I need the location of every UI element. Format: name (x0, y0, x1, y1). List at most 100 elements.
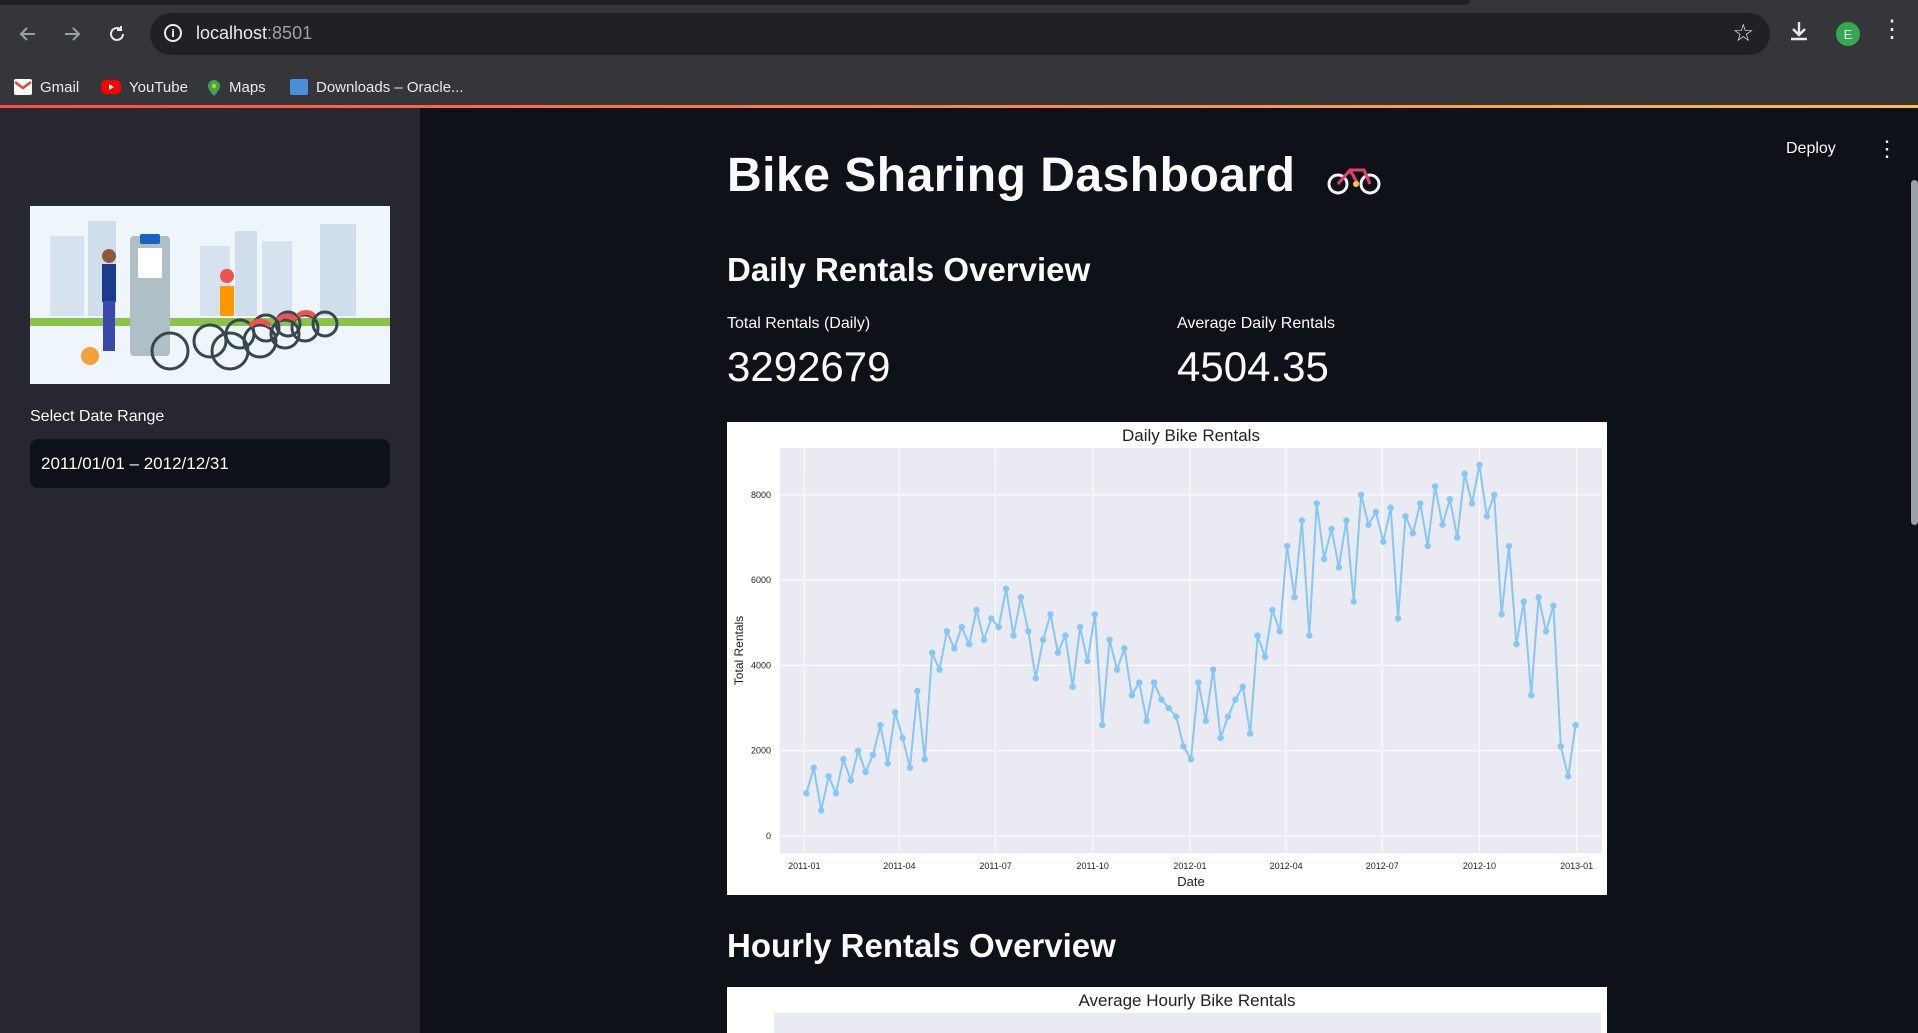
x-tick-label: 2011-01 (788, 861, 820, 871)
bookmark-star-icon[interactable]: ☆ (1732, 19, 1754, 48)
gmail-icon (14, 79, 32, 95)
data-point (1039, 636, 1047, 644)
hourly-rentals-chart: Average Hourly Bike Rentals (727, 987, 1607, 1033)
data-point (1402, 513, 1409, 520)
data-point (1306, 632, 1313, 639)
data-point (862, 768, 869, 776)
bookmark-maps[interactable]: Maps (207, 76, 266, 98)
data-point (1187, 756, 1195, 763)
app-menu-icon[interactable]: ⋮ (1876, 136, 1898, 162)
forward-button[interactable] (56, 18, 88, 50)
data-point (1128, 692, 1136, 699)
data-point (1202, 717, 1209, 725)
oracle-downloads-icon (290, 79, 308, 95)
data-point (1209, 666, 1217, 673)
bicycle-icon (1327, 168, 1381, 195)
data-point (869, 751, 877, 759)
site-info-icon[interactable]: i (164, 24, 182, 42)
metric-total-label: Total Rentals (Daily) (727, 315, 871, 332)
page-title-text: Bike Sharing Dashboard (727, 149, 1296, 202)
data-point (1113, 666, 1121, 673)
data-point (1505, 542, 1513, 550)
data-point (803, 790, 810, 797)
deploy-button[interactable]: Deploy (1786, 140, 1836, 158)
download-icon[interactable] (1786, 18, 1812, 49)
date-range-input[interactable]: 2011/01/01 – 2012/12/31 (30, 439, 390, 488)
data-point (1165, 704, 1173, 712)
youtube-icon (101, 80, 121, 94)
url-port: :8501 (267, 23, 313, 43)
data-point (1062, 632, 1069, 639)
data-point (1002, 585, 1010, 592)
data-point (1372, 508, 1380, 516)
sidebar: Select Date Range 2011/01/01 – 2012/12/3… (0, 108, 420, 1033)
maps-icon (207, 79, 221, 96)
data-point (1276, 628, 1283, 635)
data-point (1454, 534, 1461, 541)
data-point (1291, 594, 1298, 601)
data-point (1431, 483, 1439, 490)
y-tick-label: 2000 (751, 746, 771, 756)
data-point (1047, 611, 1054, 618)
data-point (854, 747, 862, 754)
data-point (1032, 675, 1039, 682)
bookmarks-bar: Gmail YouTube Maps Downloads – Oracle... (0, 68, 1918, 106)
data-point (1217, 734, 1224, 742)
data-point (1195, 679, 1202, 686)
data-point (847, 777, 854, 784)
data-point (1572, 721, 1579, 729)
data-point (810, 764, 818, 771)
data-point (921, 756, 928, 763)
x-tick-label: 2012-04 (1270, 861, 1303, 871)
x-tick-label: 2012-01 (1173, 861, 1206, 871)
address-bar[interactable]: i localhost:8501 ☆ (150, 13, 1770, 55)
profile-avatar[interactable]: E (1836, 22, 1860, 46)
bike-sharing-illustration (30, 206, 390, 384)
data-point (995, 623, 1002, 631)
data-point (1535, 594, 1542, 601)
data-point (1417, 500, 1424, 507)
reload-button[interactable] (101, 18, 133, 50)
arrow-left-icon (19, 27, 35, 41)
y-axis-label: Total Rentals (732, 616, 746, 685)
bookmark-gmail[interactable]: Gmail (14, 76, 79, 98)
data-point (825, 773, 832, 780)
daily-rentals-svg: 0 2000 4000 6000 8000 2011-01 2011-04 2011-07 20… (732, 426, 1602, 889)
tab-strip (0, 0, 1470, 5)
data-point (1476, 461, 1483, 469)
y-tick-label: 6000 (751, 575, 771, 585)
x-tick-label: 2011-07 (979, 861, 1011, 871)
data-point (1136, 679, 1143, 686)
bookmark-oracle-downloads[interactable]: Downloads – Oracle... (290, 76, 464, 98)
data-point (1357, 491, 1365, 499)
data-point (1394, 615, 1402, 622)
url-text[interactable]: localhost:8501 (196, 23, 312, 44)
hourly-rentals-svg: Average Hourly Bike Rentals (774, 991, 1601, 1033)
bookmark-youtube[interactable]: YouTube (101, 76, 188, 98)
data-point (1387, 504, 1394, 511)
data-point (884, 760, 891, 767)
chart-title: Average Hourly Bike Rentals (1078, 991, 1295, 1010)
data-point (891, 709, 899, 716)
metric-total-value: 3292679 (727, 343, 891, 390)
plot-area (780, 448, 1602, 853)
data-point (1232, 696, 1239, 703)
scrollbar[interactable] (1911, 180, 1918, 525)
data-point (1017, 594, 1025, 601)
back-button[interactable] (12, 18, 44, 50)
data-point (1513, 640, 1520, 648)
data-point (1180, 743, 1187, 750)
data-point (899, 734, 906, 742)
data-point (1313, 500, 1320, 507)
reload-icon (110, 26, 124, 41)
y-tick-label: 4000 (751, 660, 771, 670)
bookmark-label: Downloads – Oracle... (316, 78, 464, 96)
data-point (943, 628, 951, 635)
bookmark-label: Gmail (40, 78, 80, 96)
data-point (1246, 730, 1254, 737)
browser-menu-icon[interactable]: ⋮ (1880, 18, 1904, 42)
data-point (1143, 717, 1150, 725)
data-point (1010, 632, 1017, 639)
data-point (1409, 530, 1417, 537)
data-point (1158, 696, 1165, 703)
